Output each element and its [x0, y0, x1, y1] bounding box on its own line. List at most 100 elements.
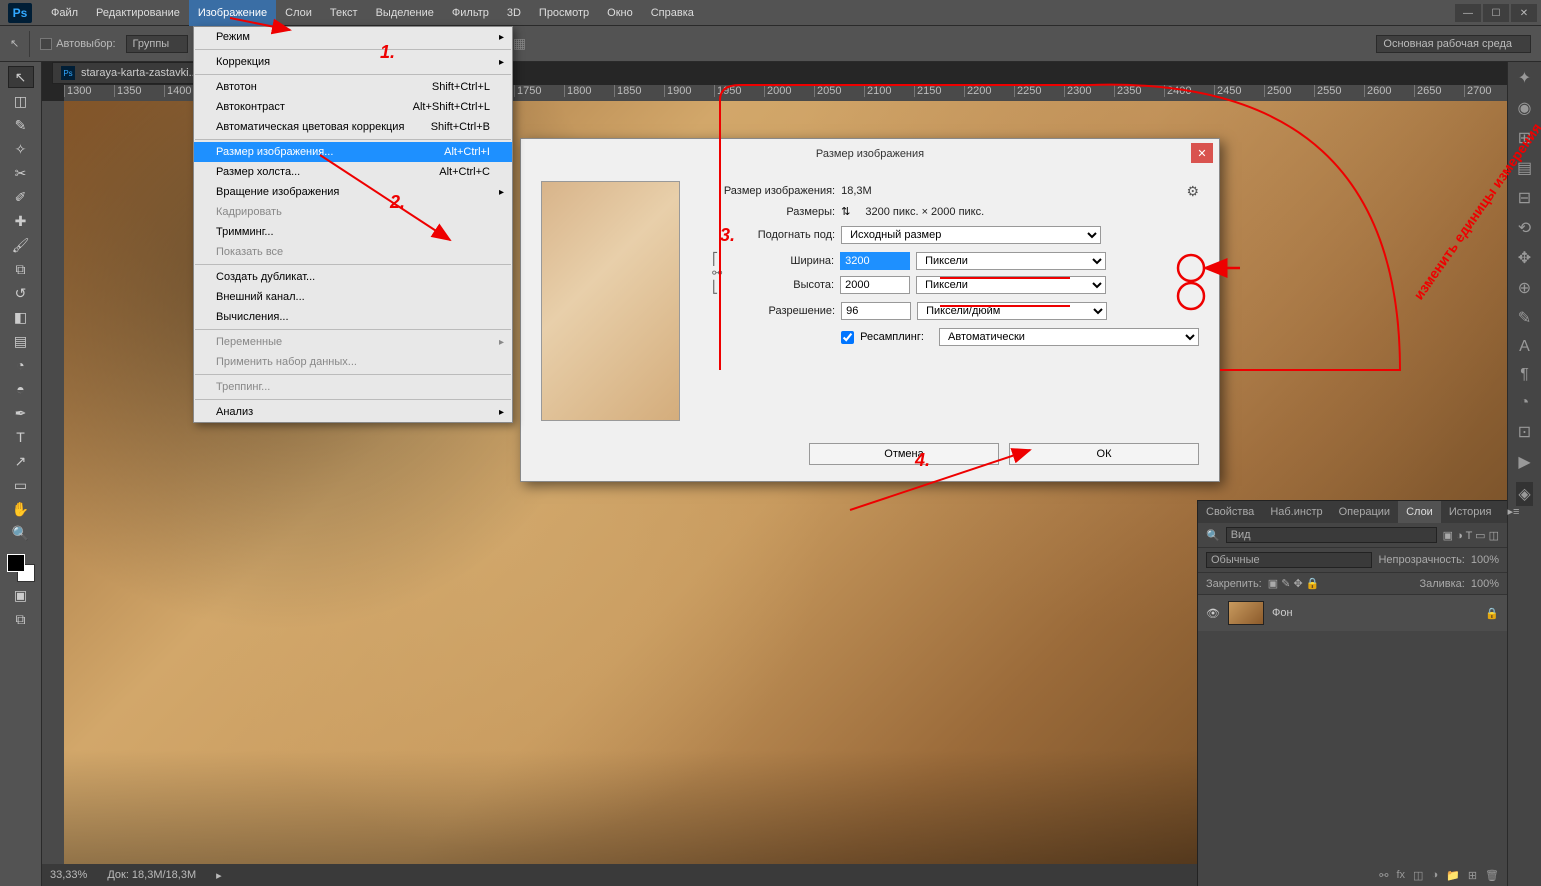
menu-text[interactable]: Текст — [321, 0, 367, 26]
filter-icons[interactable]: ▣ ◑ T ▭ ◫ — [1443, 529, 1499, 542]
folder-icon[interactable]: 📁 — [1446, 869, 1460, 882]
eraser-tool[interactable]: ◧ — [8, 306, 34, 328]
height-input[interactable] — [840, 276, 910, 294]
lock-icons[interactable]: ▣ ✎ ✥ 🔒 — [1268, 577, 1320, 590]
panel-icon[interactable]: ⊡ — [1518, 422, 1531, 442]
screenmode-tool[interactable]: ⧉ — [8, 608, 34, 630]
tab-history[interactable]: История — [1441, 501, 1500, 523]
move-tool[interactable]: ↖ — [8, 66, 34, 88]
menu-item[interactable]: Внешний канал... — [194, 287, 512, 307]
menu-window[interactable]: Окно — [598, 0, 642, 26]
pen-tool[interactable]: ✒ — [8, 402, 34, 424]
panel-menu-icon[interactable]: ▸≡ — [1500, 501, 1526, 523]
swap-icon[interactable]: ⇅ — [841, 205, 850, 218]
crop-tool[interactable]: ✂ — [8, 162, 34, 184]
menu-help[interactable]: Справка — [642, 0, 703, 26]
res-unit-select[interactable]: Пиксели/дюйм — [917, 302, 1107, 320]
dialog-titlebar[interactable]: Размер изображения ✕ — [521, 139, 1219, 169]
status-arrow-icon[interactable]: ▸ — [216, 869, 222, 882]
tab-toolpresets[interactable]: Наб.инстр — [1262, 501, 1330, 523]
minimize-button[interactable]: — — [1455, 4, 1481, 22]
menu-item[interactable]: Тримминг... — [194, 222, 512, 242]
panel-icon[interactable]: ¶ — [1520, 366, 1529, 384]
dialog-close-button[interactable]: ✕ — [1191, 143, 1213, 163]
panel-icon[interactable]: ⊕ — [1518, 278, 1531, 298]
panel-icon[interactable]: ▶ — [1518, 452, 1530, 472]
wand-tool[interactable]: ✧ — [8, 138, 34, 160]
res-input[interactable] — [841, 302, 911, 320]
menu-item[interactable]: Создать дубликат... — [194, 267, 512, 287]
fx-icon[interactable]: fx — [1396, 869, 1405, 882]
filter-kind-select[interactable]: Вид — [1226, 527, 1437, 543]
tab-properties[interactable]: Свойства — [1198, 501, 1262, 523]
tab-actions[interactable]: Операции — [1331, 501, 1398, 523]
maximize-button[interactable]: ☐ — [1483, 4, 1509, 22]
link-icon[interactable]: ⎡⚯⎣ — [710, 252, 724, 294]
menu-3d[interactable]: 3D — [498, 0, 530, 26]
panel-icon[interactable]: ✥ — [1518, 248, 1531, 268]
menu-item[interactable]: Режим — [194, 27, 512, 47]
menu-item[interactable]: Вычисления... — [194, 307, 512, 327]
menu-edit[interactable]: Редактирование — [87, 0, 189, 26]
menu-view[interactable]: Просмотр — [530, 0, 598, 26]
panel-icon[interactable]: ◉ — [1518, 98, 1532, 118]
panel-icon[interactable]: ✦ — [1518, 68, 1531, 88]
dodge-tool[interactable]: ◓ — [8, 378, 34, 400]
link-layers-icon[interactable]: ⚯ — [1379, 869, 1388, 882]
hand-tool[interactable]: ✋ — [8, 498, 34, 520]
ok-button[interactable]: ОК — [1009, 443, 1199, 465]
width-unit-select[interactable]: Пиксели — [916, 252, 1106, 270]
path-tool[interactable]: ↗ — [8, 450, 34, 472]
color-swatch[interactable] — [7, 554, 35, 582]
blend-mode-select[interactable]: Обычные — [1206, 552, 1372, 568]
heal-tool[interactable]: ✚ — [8, 210, 34, 232]
panel-icon[interactable]: ✎ — [1518, 308, 1531, 328]
menu-item[interactable]: Размер изображения...Alt+Ctrl+I — [194, 142, 512, 162]
menu-item[interactable]: Анализ — [194, 402, 512, 422]
zoom-tool[interactable]: 🔍 — [8, 522, 34, 544]
trash-icon[interactable]: 🗑 — [1485, 869, 1499, 882]
tab-layers[interactable]: Слои — [1398, 501, 1441, 523]
height-unit-select[interactable]: Пиксели — [916, 276, 1106, 294]
new-layer-icon[interactable]: ⊞ — [1468, 869, 1477, 882]
adjustment-icon[interactable]: ◑ — [1431, 869, 1438, 882]
menu-layers[interactable]: Слои — [276, 0, 321, 26]
fit-select[interactable]: Исходный размер — [841, 226, 1101, 244]
width-input[interactable] — [840, 252, 910, 270]
filter-kind-icon[interactable]: 🔍 — [1206, 529, 1220, 542]
workspace-select[interactable]: Основная рабочая среда — [1376, 35, 1531, 53]
blur-tool[interactable]: ◔ — [8, 354, 34, 376]
cancel-button[interactable]: Отмена — [809, 443, 999, 465]
shape-tool[interactable]: ▭ — [8, 474, 34, 496]
panel-icon[interactable]: ◔ — [1520, 394, 1530, 412]
menu-item[interactable]: Коррекция — [194, 52, 512, 72]
menu-file[interactable]: Файл — [42, 0, 87, 26]
brush-tool[interactable]: 🖌 — [8, 234, 34, 256]
menu-item[interactable]: Размер холста...Alt+Ctrl+C — [194, 162, 512, 182]
menu-image[interactable]: Изображение — [189, 0, 276, 26]
menu-item[interactable]: АвтоконтрастAlt+Shift+Ctrl+L — [194, 97, 512, 117]
gear-icon[interactable]: ⚙ — [1186, 183, 1199, 200]
layer-row[interactable]: 👁 Фон 🔒 — [1198, 595, 1507, 631]
menu-item[interactable]: Автоматическая цветовая коррекцияShift+C… — [194, 117, 512, 137]
resample-checkbox[interactable] — [841, 331, 854, 344]
autoselect-checkbox[interactable]: Автовыбор: — [40, 38, 115, 50]
layer-name[interactable]: Фон — [1272, 607, 1293, 619]
resample-select[interactable]: Автоматически — [939, 328, 1199, 346]
close-button[interactable]: ✕ — [1511, 4, 1537, 22]
menu-item[interactable]: Вращение изображения — [194, 182, 512, 202]
panel-icon[interactable]: ⊟ — [1518, 188, 1531, 208]
history-brush-tool[interactable]: ↺ — [8, 282, 34, 304]
gradient-tool[interactable]: ▤ — [8, 330, 34, 352]
zoom-display[interactable]: 33,33% — [50, 869, 87, 881]
opacity-value[interactable]: 100% — [1471, 554, 1499, 566]
marquee-tool[interactable]: ◫ — [8, 90, 34, 112]
menu-item[interactable]: АвтотонShift+Ctrl+L — [194, 77, 512, 97]
quickmask-tool[interactable]: ▣ — [8, 584, 34, 606]
autoselect-target[interactable]: Группы — [126, 35, 189, 53]
panel-icon[interactable]: ⟲ — [1518, 218, 1531, 238]
mask-icon[interactable]: ◫ — [1413, 869, 1423, 882]
stamp-tool[interactable]: ⧉ — [8, 258, 34, 280]
fill-value[interactable]: 100% — [1471, 578, 1499, 590]
eyedropper-tool[interactable]: ✐ — [8, 186, 34, 208]
